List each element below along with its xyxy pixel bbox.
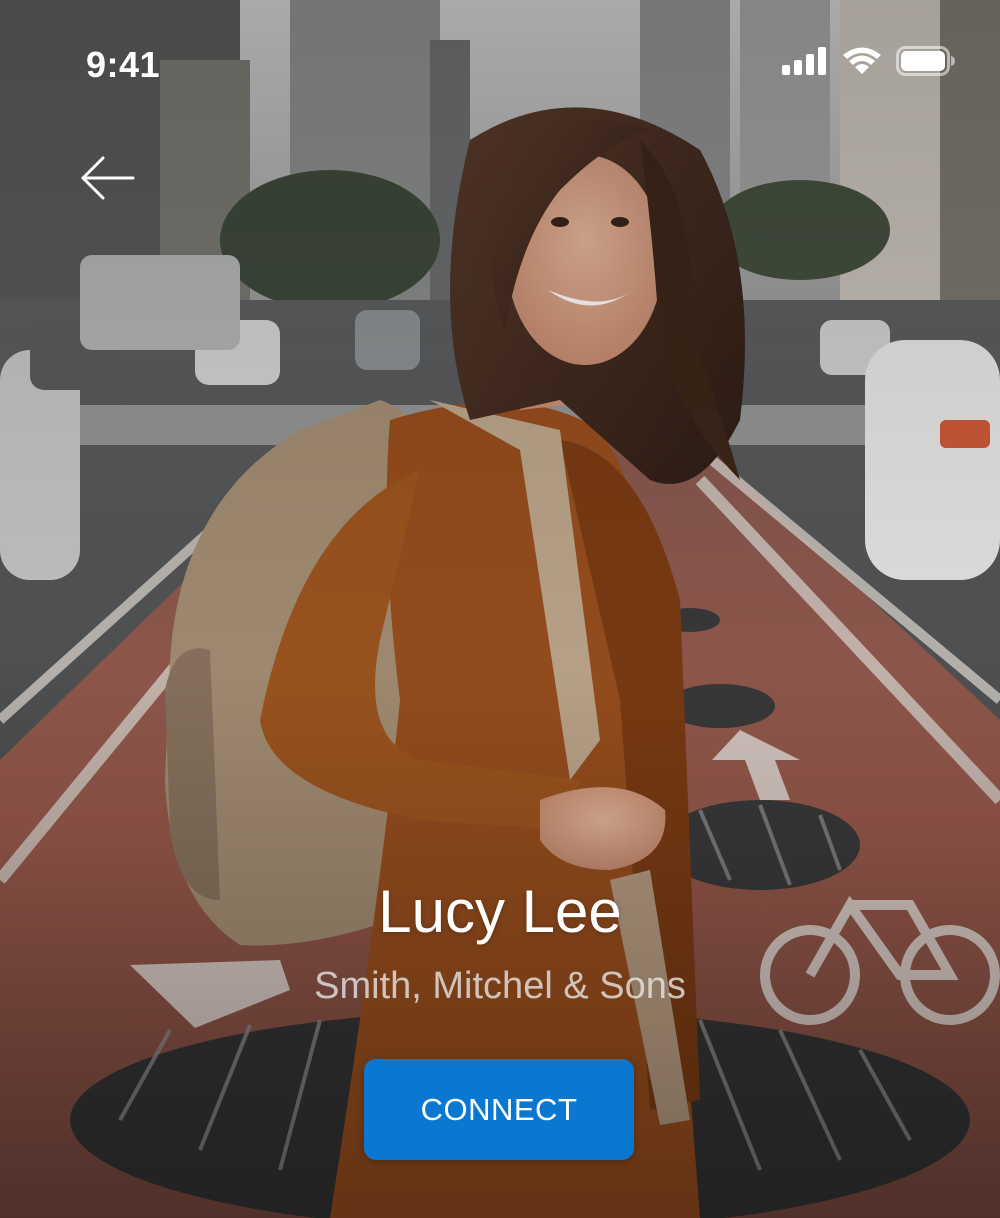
- profile-name: Lucy Lee: [378, 878, 622, 945]
- wifi-icon: [842, 46, 882, 76]
- cellular-signal-icon: [782, 47, 828, 75]
- connect-button[interactable]: CONNECT: [364, 1059, 634, 1160]
- status-time: 9:41: [86, 44, 161, 85]
- status-bar: 9:41: [0, 0, 1000, 130]
- back-button[interactable]: [72, 148, 142, 208]
- profile-info: Lucy Lee Smith, Mitchel & Sons: [0, 872, 1000, 1010]
- background-photo: [0, 0, 1000, 1218]
- arrow-left-icon: [79, 154, 135, 202]
- status-icons: [782, 46, 956, 76]
- battery-icon: [896, 46, 956, 76]
- profile-screen: 9:41 Lucy Lee Smith, Mitchel & Sons CONN…: [0, 0, 1000, 1218]
- profile-company: Smith, Mitchel & Sons: [314, 965, 686, 1007]
